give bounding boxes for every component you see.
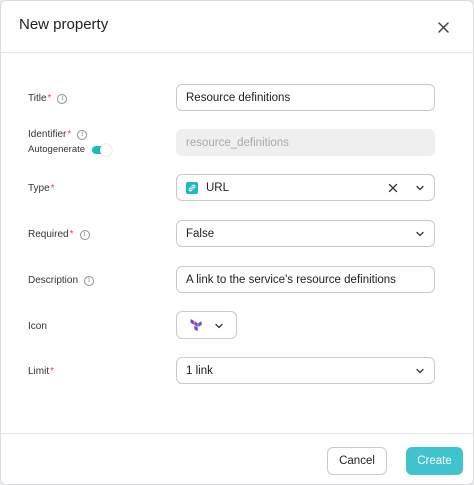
clear-icon[interactable] — [388, 183, 398, 193]
info-icon[interactable]: i — [79, 229, 90, 240]
autogenerate-row: Autogenerate — [28, 143, 113, 156]
autogenerate-toggle[interactable] — [92, 143, 113, 156]
autogenerate-label: Autogenerate — [28, 144, 86, 155]
link-icon — [186, 181, 198, 194]
info-icon[interactable]: i — [57, 93, 68, 104]
chevron-down-icon — [416, 185, 424, 191]
limit-select-value: 1 link — [186, 364, 213, 377]
dialog-footer: Cancel Create — [1, 433, 473, 484]
icon-picker[interactable] — [176, 311, 237, 339]
close-button[interactable] — [435, 19, 451, 35]
type-select-value: URL — [206, 181, 230, 194]
title-label: Title * i — [28, 93, 68, 104]
identifier-input: resource_definitions — [176, 129, 435, 156]
chevron-down-icon — [416, 231, 424, 237]
description-label: Description i — [28, 275, 95, 286]
description-input-value: A link to the service's resource definit… — [186, 273, 396, 286]
limit-label: Limit * — [28, 366, 55, 377]
required-select-value: False — [186, 227, 215, 240]
dialog-title: New property — [19, 16, 109, 33]
dialog-header: New property — [1, 1, 473, 53]
info-icon[interactable]: i — [84, 275, 95, 286]
icon-label: Icon — [28, 321, 47, 332]
chevron-down-icon — [416, 368, 424, 374]
title-input[interactable]: Resource definitions — [176, 84, 435, 111]
description-input[interactable]: A link to the service's resource definit… — [176, 266, 435, 293]
required-label: Required * i — [28, 229, 90, 240]
title-input-value: Resource definitions — [186, 91, 291, 104]
create-button[interactable]: Create — [406, 447, 463, 475]
type-select[interactable]: URL — [176, 174, 435, 201]
dialog-body: Title * i Resource definitions Identifier… — [1, 54, 473, 434]
chevron-down-icon — [215, 323, 223, 329]
identifier-label: Identifier * i — [28, 129, 88, 140]
type-label: Type * — [28, 183, 55, 194]
new-property-dialog: New property Title * i Resource definitio… — [0, 0, 474, 485]
close-icon — [437, 21, 449, 33]
identifier-input-value: resource_definitions — [186, 136, 289, 149]
info-icon[interactable]: i — [77, 129, 88, 140]
terraform-icon — [190, 319, 202, 332]
required-select[interactable]: False — [176, 220, 435, 247]
cancel-button[interactable]: Cancel — [327, 447, 387, 475]
limit-select[interactable]: 1 link — [176, 357, 435, 384]
